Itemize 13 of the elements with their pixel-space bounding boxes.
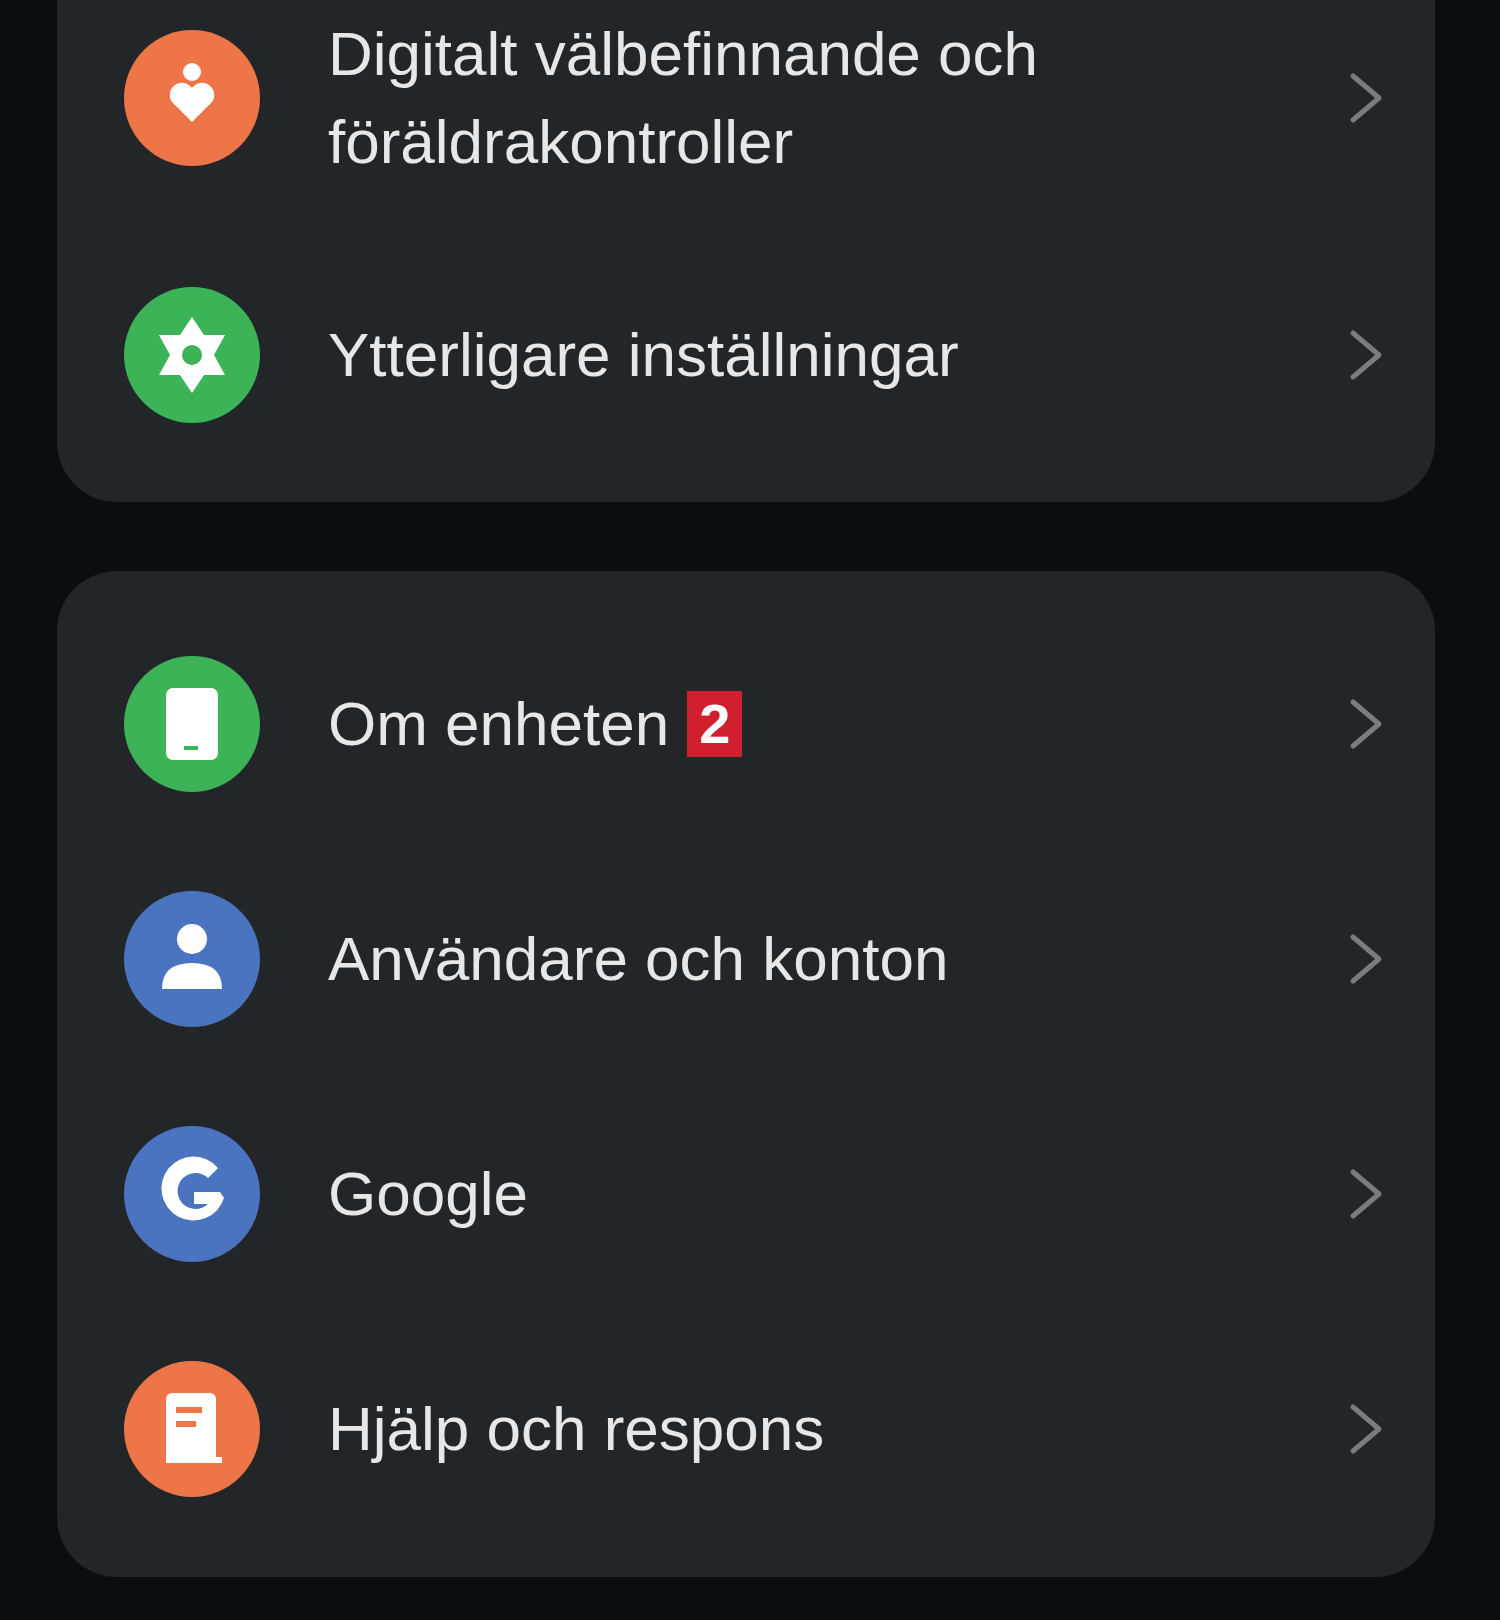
settings-item[interactable]: Ytterligare inställningar — [57, 237, 1435, 472]
item-label: Ytterligare inställningar — [328, 318, 959, 391]
settings-item[interactable]: Hjälp och respons — [57, 1311, 1435, 1546]
item-label: Google — [328, 1157, 528, 1230]
settings-item[interactable]: Användare och konton — [57, 841, 1435, 1076]
item-label: Användare och konton — [328, 922, 949, 995]
settings-item[interactable]: Google — [57, 1076, 1435, 1311]
item-label: Hjälp och respons — [328, 1392, 825, 1465]
count-badge: 2 — [687, 690, 743, 757]
item-label: Digitalt välbefinnande och föräldrakontroller — [328, 18, 1040, 178]
settings-item[interactable]: Digitalt välbefinnande och föräldrakontroller — [57, 0, 1435, 196]
settings-item[interactable]: Om enheten 2 — [57, 606, 1435, 841]
item-label: Om enheten — [328, 687, 670, 760]
